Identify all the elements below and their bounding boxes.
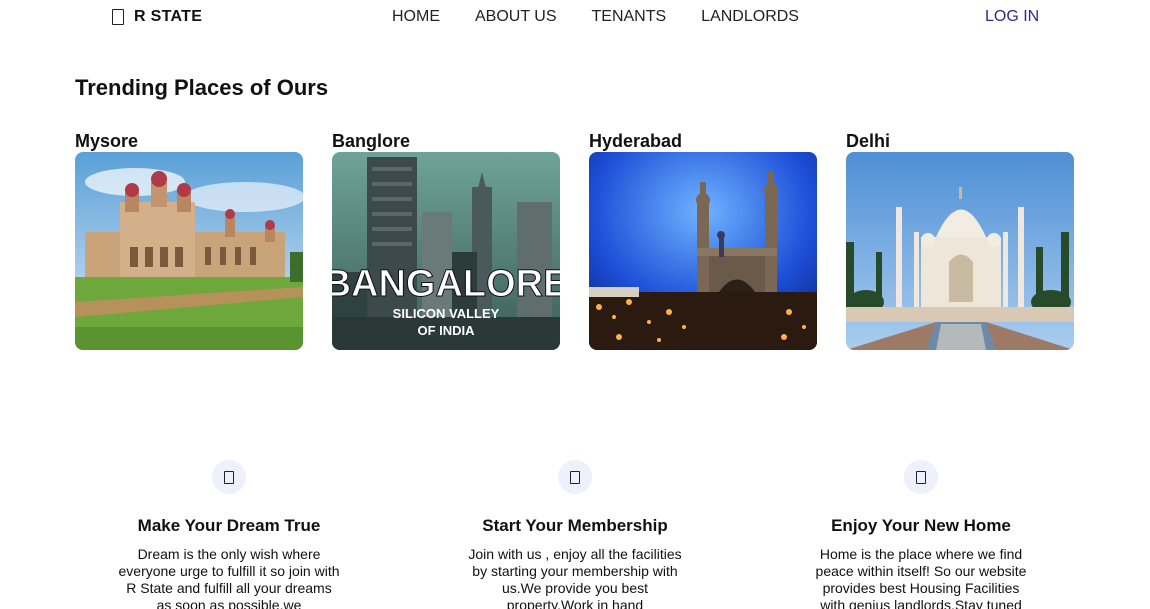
place-card-hyderabad[interactable]: Hyderabad: [589, 130, 817, 350]
logo-icon: [112, 9, 124, 25]
document-icon: [570, 470, 580, 484]
feature-make-your-dream-true: Make Your Dream True Dream is the only w…: [114, 460, 344, 609]
section-title: Trending Places of Ours: [75, 75, 329, 100]
nav-links: HOME ABOUT US TENANTS LANDLORDS: [392, 8, 834, 26]
overlay-title: BANGALORE: [332, 263, 560, 305]
feature-text: Dream is the only wish where everyone ur…: [118, 546, 340, 609]
place-name: Banglore: [332, 131, 411, 151]
feature-text: Join with us , enjoy all the facilities …: [468, 546, 682, 609]
document-icon: [916, 470, 926, 484]
trending-places: Mysore Banglore BANGALORE SILICON VALLEY…: [75, 130, 1103, 350]
nav-link-landlords[interactable]: LANDLORDS: [701, 8, 799, 26]
feature-title: Make Your Dream True: [137, 516, 321, 535]
nav-link-about-us[interactable]: ABOUT US: [475, 8, 557, 26]
top-nav: R STATE HOME ABOUT US TENANTS LANDLORDS …: [0, 0, 1150, 36]
place-name: Hyderabad: [589, 131, 683, 151]
nav-link-tenants[interactable]: TENANTS: [592, 8, 667, 26]
feature-icon-container: [558, 460, 592, 494]
nav-link-home[interactable]: HOME: [392, 8, 440, 26]
feature-enjoy-your-new-home: Enjoy Your New Home Home is the place wh…: [806, 460, 1036, 609]
charminar-image[interactable]: [589, 152, 817, 350]
place-card-mysore[interactable]: Mysore: [75, 130, 303, 350]
place-name: Delhi: [846, 131, 891, 151]
feature-start-your-membership: Start Your Membership Join with us , enj…: [460, 460, 690, 609]
overlay-subtitle-2: OF INDIA: [417, 323, 475, 338]
feature-text: Home is the place where we find peace wi…: [815, 546, 1027, 609]
document-icon: [224, 470, 234, 484]
place-name: Mysore: [75, 131, 139, 151]
login-link[interactable]: LOG IN: [985, 8, 1039, 26]
feature-icon-container: [904, 460, 938, 494]
brand[interactable]: R STATE: [112, 8, 202, 26]
feature-title: Enjoy Your New Home: [831, 516, 1011, 535]
taj-mahal-image[interactable]: [846, 152, 1074, 350]
overlay-subtitle-1: SILICON VALLEY: [393, 306, 500, 321]
feature-icon-container: [212, 460, 246, 494]
place-card-bangalore[interactable]: Banglore BANGALORE SILICON VALLEY OF IND…: [332, 130, 560, 350]
place-card-delhi[interactable]: Delhi: [846, 130, 1074, 350]
feature-title: Start Your Membership: [482, 516, 668, 535]
mysore-palace-image[interactable]: [75, 152, 303, 350]
brand-name: R STATE: [134, 8, 203, 25]
bangalore-skyline-image[interactable]: BANGALORE SILICON VALLEY OF INDIA: [332, 152, 560, 350]
